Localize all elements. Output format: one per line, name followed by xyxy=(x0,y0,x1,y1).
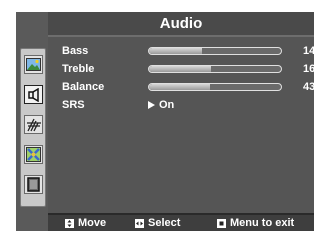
exit-hint: Menu to exit xyxy=(217,215,294,231)
select-hint: Select xyxy=(135,215,180,231)
balance-row[interactable]: Balance 43 xyxy=(62,79,316,95)
antenna-icon[interactable] xyxy=(24,115,43,134)
footer-hints: Move Select Menu to exit xyxy=(48,213,314,231)
bass-label: Bass xyxy=(62,45,89,57)
bass-value: 14 xyxy=(303,45,316,57)
osd-menu: Audio Bass 14 Treble 16 Balance 43 SRS O… xyxy=(16,12,316,231)
balance-slider[interactable] xyxy=(148,83,282,91)
menu-icon xyxy=(217,218,226,228)
audio-icon[interactable] xyxy=(24,85,43,104)
treble-slider-fill xyxy=(149,66,212,72)
srs-option[interactable]: On xyxy=(148,97,174,113)
treble-slider[interactable] xyxy=(148,65,282,73)
settings-panel: Bass 14 Treble 16 Balance 43 SRS On xyxy=(48,35,316,213)
picture-icon[interactable] xyxy=(24,55,43,74)
tools-icon[interactable] xyxy=(24,145,43,164)
bass-slider[interactable] xyxy=(148,47,282,55)
move-label: Move xyxy=(78,217,107,229)
balance-slider-fill xyxy=(149,84,210,90)
bass-slider-fill xyxy=(149,48,202,54)
treble-value: 16 xyxy=(303,63,316,75)
menu-icon-strip xyxy=(20,48,46,207)
balance-label: Balance xyxy=(62,81,105,93)
treble-row[interactable]: Treble 16 xyxy=(62,61,316,77)
page-title: Audio xyxy=(48,12,314,35)
screen-icon[interactable] xyxy=(24,175,43,194)
select-label: Select xyxy=(148,217,181,229)
srs-value: On xyxy=(159,99,175,111)
exit-label: Menu to exit xyxy=(230,217,295,229)
move-icon xyxy=(65,218,74,228)
play-arrow-icon xyxy=(148,101,155,109)
bass-row[interactable]: Bass 14 xyxy=(62,43,316,59)
menu-sidebar xyxy=(16,12,48,231)
move-hint: Move xyxy=(65,215,106,231)
treble-label: Treble xyxy=(62,63,95,75)
srs-row[interactable]: SRS On xyxy=(62,97,312,113)
balance-value: 43 xyxy=(303,81,316,93)
srs-label: SRS xyxy=(62,99,85,111)
select-icon xyxy=(135,218,144,228)
screen: Audio Bass 14 Treble 16 Balance 43 SRS O… xyxy=(0,0,331,242)
